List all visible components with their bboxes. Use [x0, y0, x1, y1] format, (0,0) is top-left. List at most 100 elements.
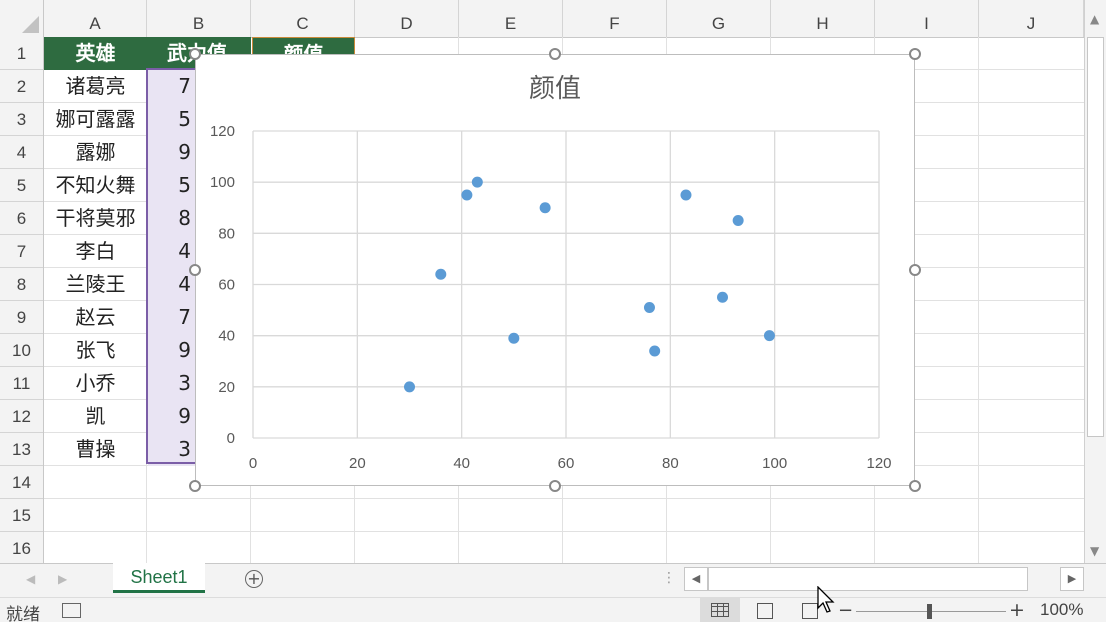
cell-A3[interactable]: 娜可露露 — [44, 103, 147, 136]
row-header-2[interactable]: 2 — [0, 70, 43, 103]
row-header-13[interactable]: 13 — [0, 433, 43, 466]
row-header-6[interactable]: 6 — [0, 202, 43, 235]
page-break-view-icon[interactable] — [802, 603, 818, 619]
scroll-down-icon[interactable]: ▼ — [1090, 544, 1099, 558]
row-header-7[interactable]: 7 — [0, 235, 43, 268]
column-header-i[interactable]: I — [875, 0, 979, 37]
page-layout-view-icon[interactable] — [757, 603, 773, 619]
data-point[interactable] — [508, 332, 520, 344]
column-header-j[interactable]: J — [979, 0, 1084, 37]
zoom-slider-thumb[interactable] — [927, 604, 932, 619]
row-header-14[interactable]: 14 — [0, 466, 43, 499]
scroll-up-icon[interactable]: ▲ — [1090, 12, 1099, 26]
data-point[interactable] — [404, 381, 415, 393]
row-header-5[interactable]: 5 — [0, 169, 43, 202]
data-point[interactable] — [763, 330, 775, 342]
row-header-16[interactable]: 16 — [0, 532, 43, 565]
data-point[interactable] — [732, 215, 744, 227]
data-point[interactable] — [461, 189, 473, 201]
row-header-8[interactable]: 8 — [0, 268, 43, 301]
y-tick-label: 60 — [218, 277, 235, 294]
row-header-15[interactable]: 15 — [0, 499, 43, 532]
cell-A4[interactable]: 露娜 — [44, 136, 147, 169]
cell-A9[interactable]: 赵云 — [44, 301, 147, 334]
y-tick-label: 80 — [218, 225, 235, 242]
chart-handle-bm[interactable] — [549, 480, 561, 492]
chart-handle-ml[interactable] — [189, 264, 201, 276]
add-sheet-icon[interactable]: + — [245, 570, 263, 588]
cell-A2[interactable]: 诸葛亮 — [44, 70, 147, 103]
column-header-e[interactable]: E — [459, 0, 563, 37]
row-header-12[interactable]: 12 — [0, 400, 43, 433]
y-tick-label: 100 — [210, 174, 235, 191]
status-bar — [0, 597, 1106, 622]
data-point[interactable] — [680, 189, 692, 201]
chart-handle-bl[interactable] — [189, 480, 201, 492]
cell-A8[interactable]: 兰陵王 — [44, 268, 147, 301]
column-header-b[interactable]: B — [147, 0, 251, 37]
mouse-cursor-icon — [817, 586, 835, 613]
chart-handle-br[interactable] — [909, 480, 921, 492]
gridline-horizontal — [44, 498, 1084, 499]
horizontal-scroll-thumb[interactable] — [708, 567, 1028, 591]
row-header-3[interactable]: 3 — [0, 103, 43, 136]
zoom-out-icon[interactable]: − — [838, 600, 853, 621]
status-ready: 就绪 — [6, 605, 40, 625]
gridline-horizontal — [44, 531, 1084, 532]
row-header-11[interactable]: 11 — [0, 367, 43, 400]
cell-A13[interactable]: 曹操 — [44, 433, 147, 466]
vertical-scroll-thumb[interactable] — [1087, 37, 1104, 437]
y-tick-label: 40 — [218, 328, 235, 345]
data-point[interactable] — [435, 268, 447, 280]
hscroll-right-icon[interactable]: ▶ — [1060, 567, 1084, 591]
data-point[interactable] — [539, 202, 551, 214]
cell-A12[interactable]: 凯 — [44, 400, 147, 433]
chart-handle-tl[interactable] — [189, 48, 201, 60]
chart-handle-tr[interactable] — [909, 48, 921, 60]
y-tick-label: 20 — [218, 379, 235, 396]
cell-A5[interactable]: 不知火舞 — [44, 169, 147, 202]
row-header-10[interactable]: 10 — [0, 334, 43, 367]
column-header-c[interactable]: C — [251, 0, 355, 37]
y-tick-label: 0 — [227, 430, 235, 447]
x-tick-label: 120 — [866, 455, 891, 472]
normal-view-icon[interactable] — [700, 598, 740, 622]
tab-splitter-icon[interactable]: ⋮ — [662, 570, 676, 586]
zoom-level[interactable]: 100% — [1040, 600, 1083, 620]
column-header-g[interactable]: G — [667, 0, 771, 37]
data-point[interactable] — [717, 291, 728, 303]
column-header-a[interactable]: A — [44, 0, 147, 37]
prev-sheet-icon[interactable]: ◀ — [26, 572, 35, 586]
sheet-tab-sheet1[interactable]: Sheet1 — [113, 563, 205, 593]
row-header-4[interactable]: 4 — [0, 136, 43, 169]
y-tick-label: 120 — [210, 123, 235, 140]
row-header-9[interactable]: 9 — [0, 301, 43, 334]
hscroll-left-icon[interactable]: ◀ — [684, 567, 708, 591]
data-point[interactable] — [649, 345, 661, 357]
data-point[interactable] — [643, 302, 655, 314]
chart-svg: 颜值 0 20 40 60 80 100 120 0 20 40 60 80 100 120 — [210, 74, 892, 472]
x-tick-label: 0 — [249, 455, 257, 472]
x-tick-label: 100 — [762, 455, 787, 472]
chart-handle-tm[interactable] — [549, 48, 561, 60]
scatter-chart[interactable]: 颜值 0 20 40 60 80 100 120 0 20 40 60 80 100 120 — [195, 54, 915, 486]
select-all-corner[interactable] — [0, 0, 44, 37]
cell-A11[interactable]: 小乔 — [44, 367, 147, 400]
column-header-h[interactable]: H — [771, 0, 875, 37]
data-point[interactable] — [471, 176, 483, 188]
macro-record-icon[interactable] — [62, 603, 81, 618]
column-header-f[interactable]: F — [563, 0, 667, 37]
cell-A6[interactable]: 干将莫邪 — [44, 202, 147, 235]
cell-A1[interactable]: 英雄 — [44, 37, 147, 70]
row-header-1[interactable]: 1 — [0, 37, 43, 70]
select-all-triangle-icon — [22, 16, 39, 33]
column-header-d[interactable]: D — [355, 0, 459, 37]
chart-title: 颜值 — [529, 74, 581, 104]
chart-handle-mr[interactable] — [909, 264, 921, 276]
x-tick-label: 40 — [453, 455, 470, 472]
next-sheet-icon[interactable]: ▶ — [58, 572, 67, 586]
zoom-in-icon[interactable]: + — [1009, 599, 1025, 621]
x-tick-label: 60 — [558, 455, 575, 472]
cell-A10[interactable]: 张飞 — [44, 334, 147, 367]
cell-A7[interactable]: 李白 — [44, 235, 147, 268]
